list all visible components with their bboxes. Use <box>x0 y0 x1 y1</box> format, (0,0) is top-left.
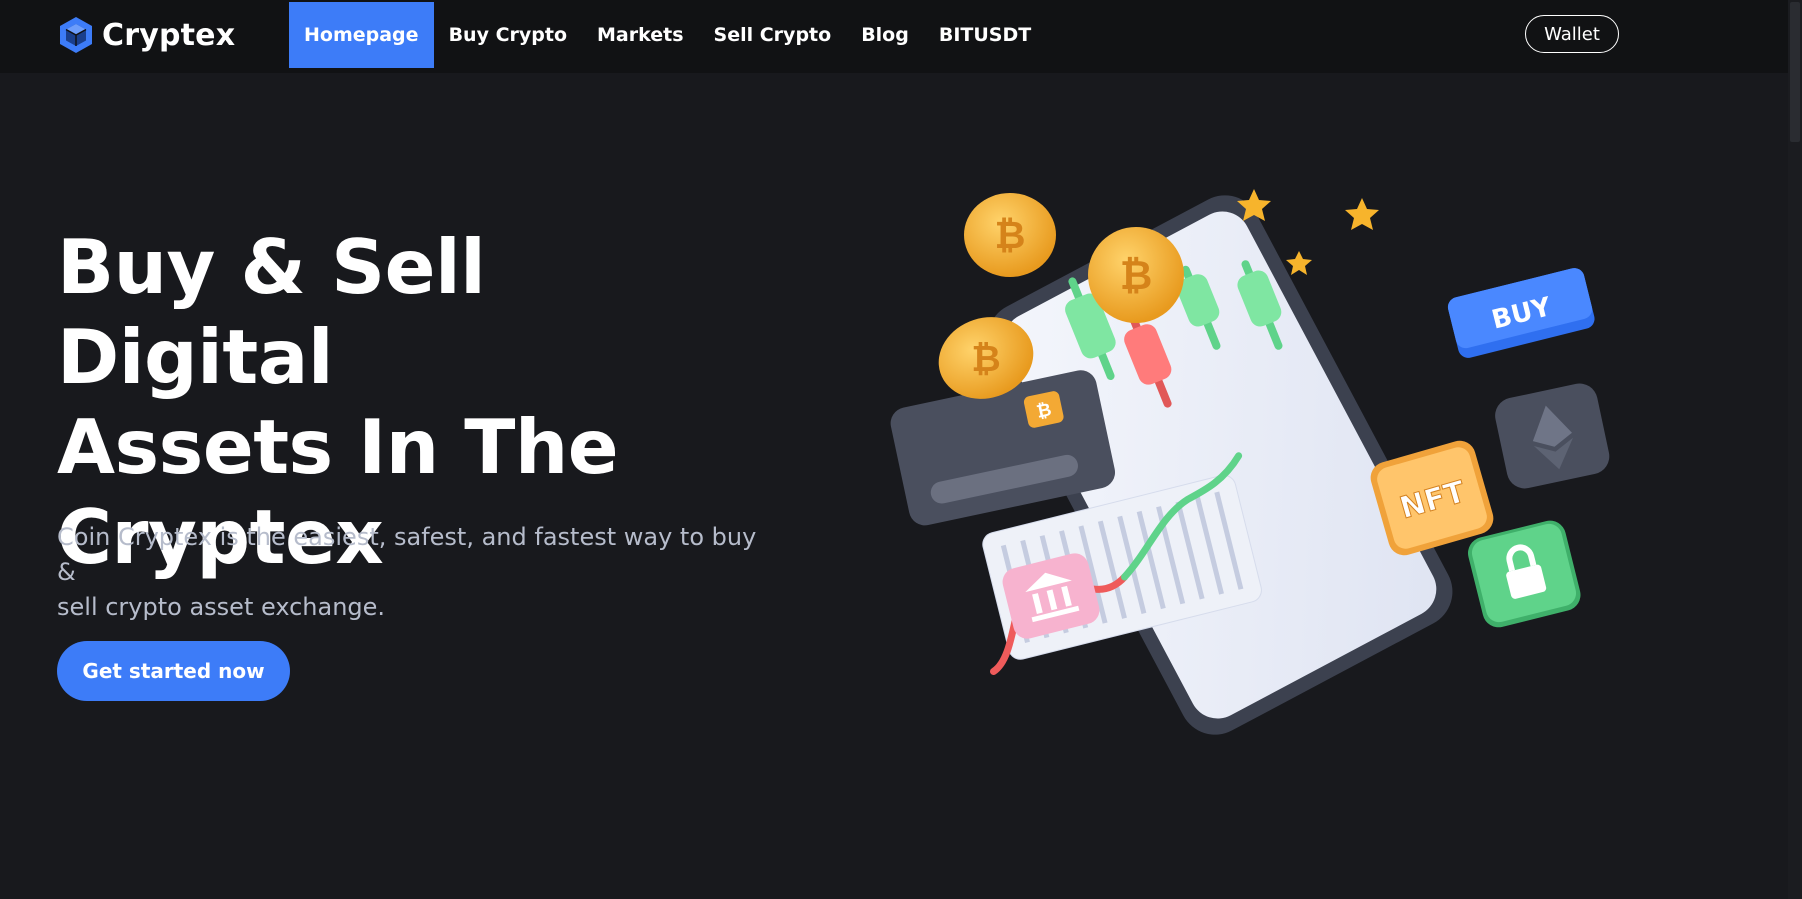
bitcoin-coin-image: ₿ <box>1088 227 1184 323</box>
nav-item-bitusdt[interactable]: BITUSDT <box>924 2 1046 68</box>
hero-title-line-2: Assets In The <box>57 403 619 491</box>
cube-icon <box>60 17 92 53</box>
top-navbar: Cryptex Homepage Buy Crypto Markets Sell… <box>0 0 1802 73</box>
svg-text:₿: ₿ <box>971 339 1000 380</box>
main-nav: Homepage Buy Crypto Markets Sell Crypto … <box>289 2 1046 68</box>
bitcoin-coin-image: ₿ <box>964 193 1056 277</box>
nav-item-blog[interactable]: Blog <box>846 2 924 68</box>
nav-item-buy-crypto[interactable]: Buy Crypto <box>434 2 582 68</box>
brand-name: Cryptex <box>102 17 236 53</box>
hero-subtitle: Coin Cryptex is the easiest, safest, and… <box>57 520 777 625</box>
nav-item-markets[interactable]: Markets <box>582 2 699 68</box>
buy-tag-image: BUY <box>1447 268 1595 358</box>
get-started-button[interactable]: Get started now <box>57 641 290 701</box>
scrollbar[interactable] <box>1788 0 1802 899</box>
svg-text:₿: ₿ <box>995 213 1026 257</box>
hero-illustration: ₿ ₿ ₿ ₿ BUY NFT <box>890 189 1610 735</box>
nav-item-homepage[interactable]: Homepage <box>289 2 434 68</box>
lock-icon <box>1467 520 1581 628</box>
svg-text:₿: ₿ <box>1120 253 1153 299</box>
wallet-button[interactable]: Wallet <box>1525 15 1619 53</box>
hero-subtitle-line-2: sell crypto asset exchange. <box>57 593 386 621</box>
scrollbar-thumb[interactable] <box>1790 2 1800 142</box>
brand-logo[interactable]: Cryptex <box>59 15 235 55</box>
nav-item-sell-crypto[interactable]: Sell Crypto <box>699 2 847 68</box>
ethereum-icon <box>1495 383 1610 489</box>
hero-subtitle-line-1: Coin Cryptex is the easiest, safest, and… <box>57 523 757 586</box>
hero-title-line-1: Buy & Sell Digital <box>57 223 486 401</box>
